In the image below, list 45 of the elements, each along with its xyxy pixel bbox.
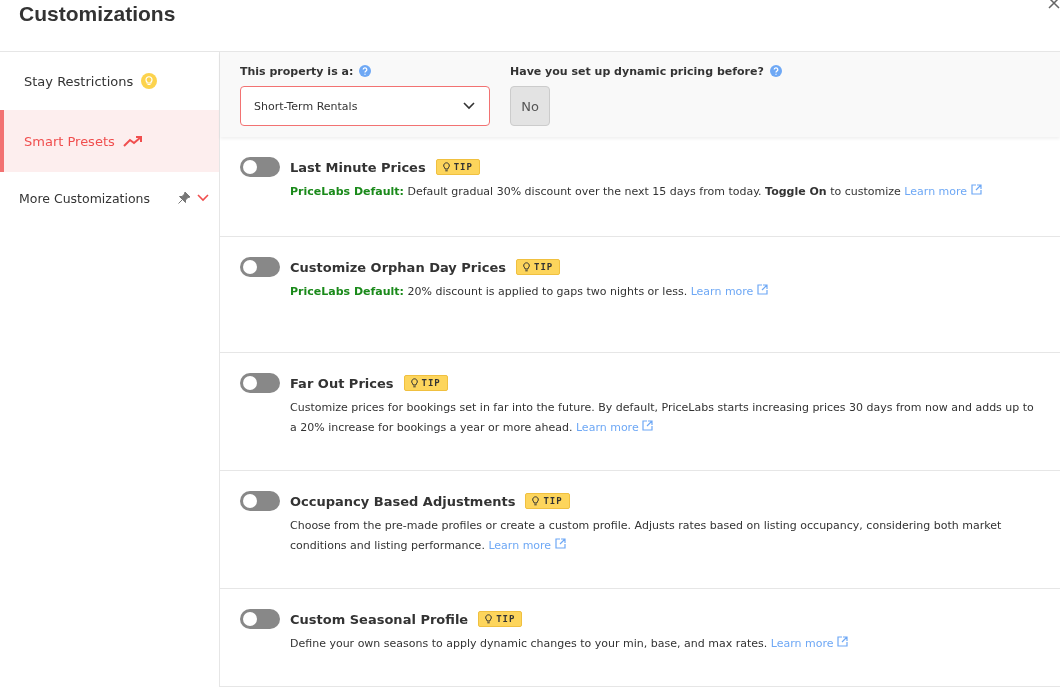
chevron-down-icon[interactable] <box>197 194 209 202</box>
toggle-switch[interactable] <box>240 609 280 629</box>
field-label: This property is a: <box>240 64 354 78</box>
sidebar-item[interactable]: Stay Restrictions <box>0 52 219 110</box>
lightbulb-icon <box>141 73 158 89</box>
setting-title: Custom Seasonal Profile <box>290 611 469 627</box>
external-link-icon <box>642 420 654 431</box>
tip-badge[interactable]: TIP <box>525 493 570 509</box>
external-link-icon <box>836 636 848 647</box>
page-title: Customizations <box>18 1 176 27</box>
help-icon[interactable] <box>769 65 782 77</box>
external-link-icon <box>554 538 566 549</box>
setting-description: Choose from the pre-made profiles or create a custom profile. Adjusts rates based on listing occupancy, considering both market conditions and listing performance. Learn more <box>290 518 1003 554</box>
lightbulb-icon <box>442 162 450 172</box>
chevron-down-icon <box>463 102 475 110</box>
no-button[interactable]: No <box>510 86 550 126</box>
lightbulb-icon <box>532 496 540 506</box>
pin-icon[interactable] <box>177 191 191 205</box>
setting-description: PriceLabs Default: 20% discount is applied to gaps two nights or less. Learn more <box>290 282 1040 302</box>
external-link-icon <box>970 184 982 195</box>
trending-up-icon <box>122 135 143 147</box>
property-type-dropdown[interactable]: Short-Term Rentals <box>240 86 490 126</box>
setting-title: Far Out Prices <box>290 375 394 391</box>
setting-title: Occupancy Based Adjustments <box>290 493 516 509</box>
sidebar-item[interactable]: More Customizations <box>0 172 219 224</box>
tip-badge[interactable]: TIP <box>403 375 448 391</box>
lightbulb-icon <box>410 378 418 388</box>
toggle-switch[interactable] <box>240 373 280 393</box>
field-label: Have you set up dynamic pricing before? <box>510 64 764 78</box>
setting-title: Customize Orphan Day Prices <box>290 259 506 275</box>
external-link-icon <box>756 284 768 295</box>
lightbulb-icon <box>485 614 493 624</box>
toggle-switch[interactable] <box>240 257 280 277</box>
toggle-switch[interactable] <box>240 491 280 511</box>
setting-description: Customize prices for bookings set in far into the future. By default, PriceLabs starts increasing prices 30 days from now and adds up to a 20% increase for bookings a year or more ahead. Learn more <box>290 400 1035 436</box>
setting-title: Last Minute Prices <box>290 159 426 175</box>
tip-badge[interactable]: TIP <box>516 259 561 275</box>
lightbulb-icon <box>523 262 530 272</box>
setting-description: PriceLabs Default: Default gradual 30% discount over the next 15 days from today. Toggle On to customize Learn more <box>290 182 1040 202</box>
close-icon[interactable] <box>1048 0 1060 10</box>
tip-badge[interactable]: TIP <box>435 159 480 175</box>
help-icon[interactable] <box>359 65 372 77</box>
toggle-switch[interactable] <box>240 157 280 177</box>
setting-description: Define your own seasons to apply dynamic changes to your min, base, and max rates. Learn more <box>290 634 1040 654</box>
tip-badge[interactable]: TIP <box>478 611 523 627</box>
